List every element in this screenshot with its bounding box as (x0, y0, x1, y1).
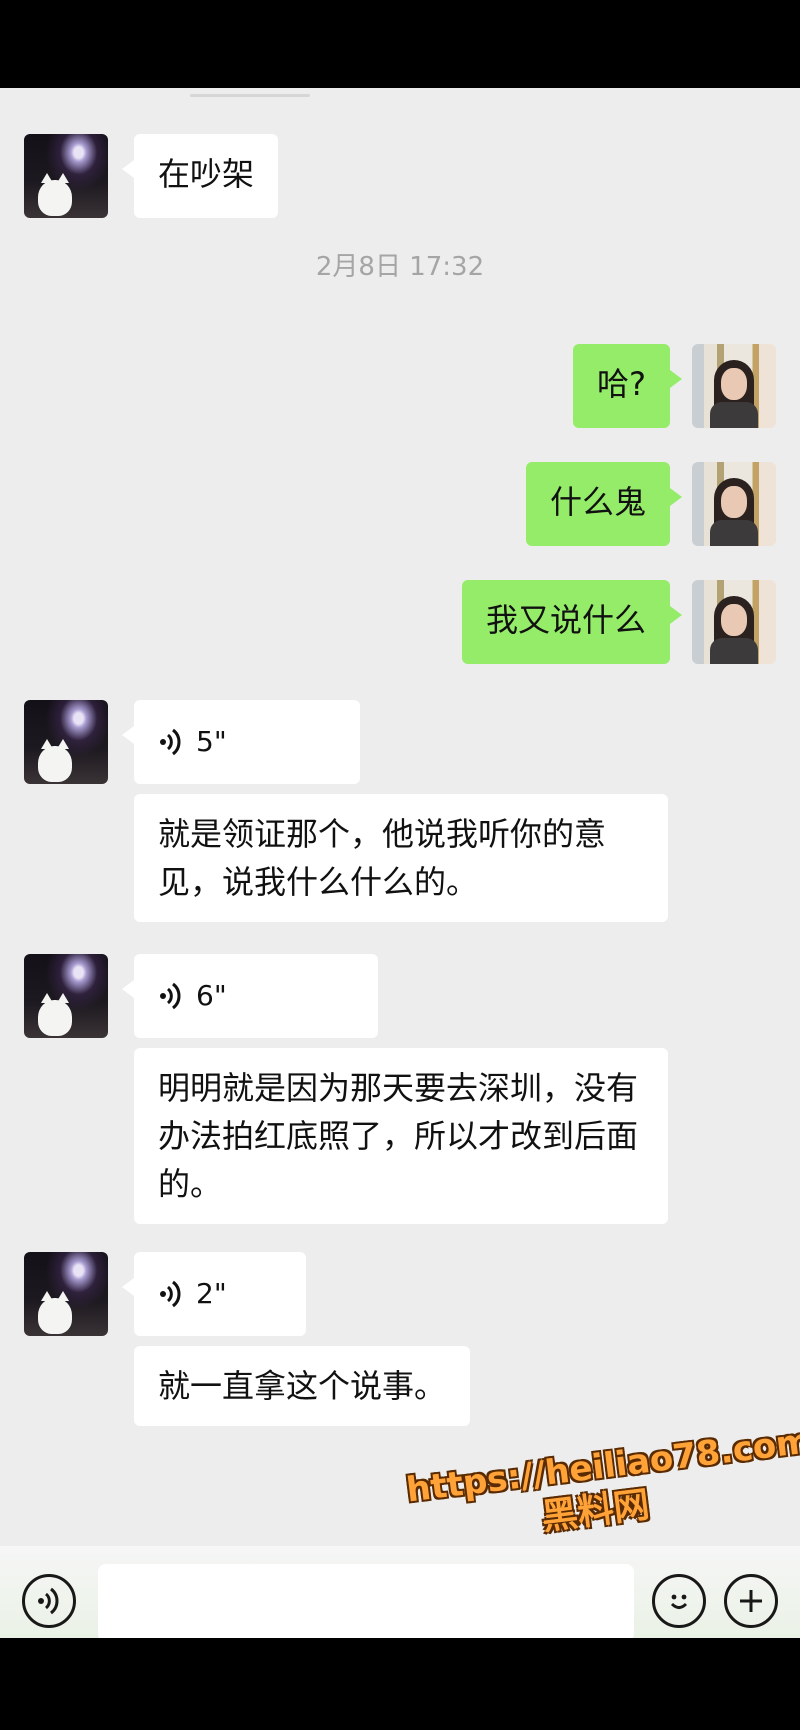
voice-message[interactable]: 5" (122, 700, 360, 784)
emoji-icon (670, 1594, 688, 1609)
my-avatar[interactable] (692, 580, 776, 664)
outgoing-message[interactable]: 什么鬼 (525, 462, 683, 546)
incoming-message[interactable]: 明明就是因为那天要去深圳，没有办法拍红底照了，所以才改到后面的。 (134, 1048, 668, 1224)
input-bar (0, 1546, 800, 1638)
outgoing-message[interactable]: 我又说什么 (461, 580, 683, 664)
contact-avatar[interactable] (24, 1252, 108, 1336)
incoming-message[interactable]: 就一直拿这个说事。 (134, 1346, 471, 1426)
chat-timestamp: 2月8日 17:32 (315, 252, 485, 282)
contact-avatar[interactable] (24, 954, 108, 1038)
message-text: 在吵架 (158, 155, 255, 193)
top-divider (190, 94, 310, 97)
voice-wave-icon (160, 1280, 181, 1308)
my-avatar[interactable] (692, 462, 776, 546)
message-text: 就一直拿这个说事。 (158, 1367, 447, 1405)
chat-screen: 在吵架 2月8日 17:32 哈? 什么鬼 我又说什么 5" 就是领证那个，他说… (0, 88, 800, 1638)
message-text: 什么鬼 (549, 483, 646, 521)
contact-avatar[interactable] (24, 134, 108, 218)
message-input[interactable] (98, 1564, 634, 1638)
message-text: 我又说什么 (485, 601, 646, 639)
voice-icon (38, 1587, 59, 1615)
my-avatar[interactable] (692, 344, 776, 428)
voice-duration: 5" (196, 725, 227, 758)
message-text: 就是领证那个，他说我听你的意见，说我什么什么的。 (158, 815, 607, 901)
incoming-message[interactable]: 在吵架 (121, 134, 279, 218)
voice-message[interactable]: 2" (122, 1252, 306, 1336)
outgoing-message[interactable]: 哈? (573, 344, 682, 428)
voice-wave-icon (160, 982, 181, 1010)
cat-figure (38, 173, 72, 216)
emoji-button[interactable] (652, 1574, 706, 1628)
voice-duration: 2" (196, 1277, 227, 1310)
message-text: 明明就是因为那天要去深圳，没有办法拍红底照了，所以才改到后面的。 (158, 1069, 639, 1203)
incoming-message[interactable]: 就是领证那个，他说我听你的意见，说我什么什么的。 (134, 794, 668, 922)
voice-toggle-button[interactable] (22, 1574, 76, 1628)
message-text: 哈? (597, 365, 646, 403)
voice-message[interactable]: 6" (122, 954, 378, 1038)
more-button[interactable] (724, 1574, 778, 1628)
voice-wave-icon (160, 728, 181, 756)
plus-icon (740, 1590, 762, 1612)
voice-duration: 6" (196, 979, 227, 1012)
contact-avatar[interactable] (24, 700, 108, 784)
